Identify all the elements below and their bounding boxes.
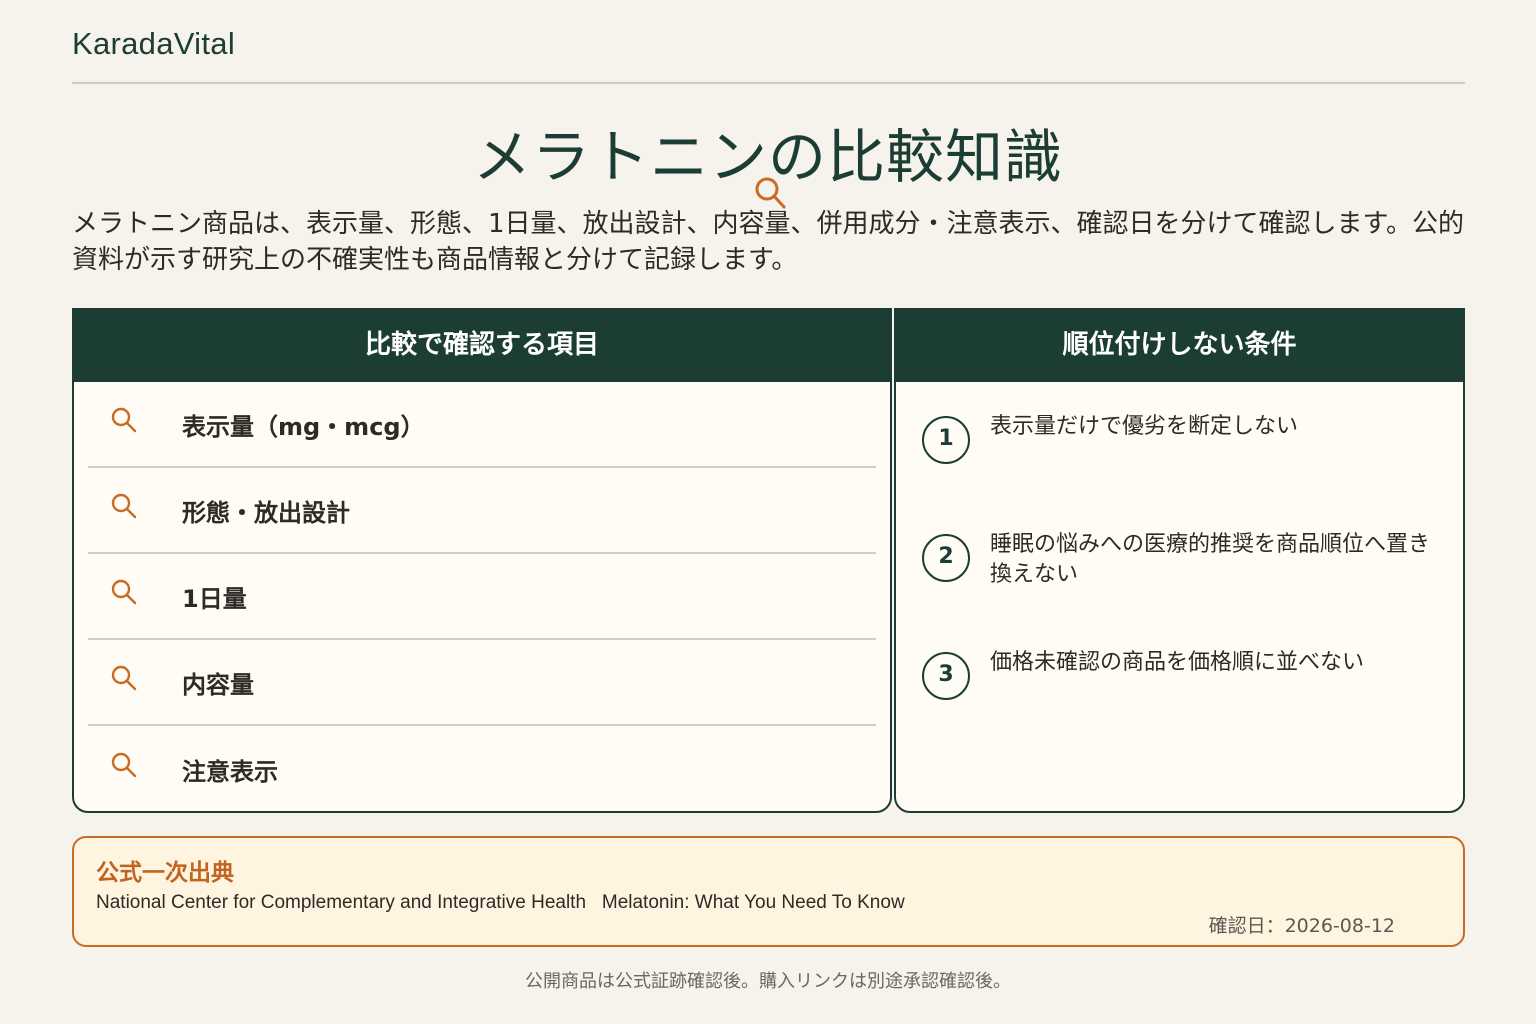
condition-number-badge: 1 bbox=[922, 416, 970, 464]
magnifier-icon bbox=[755, 177, 786, 209]
conditions-panel: 順位付けしない条件 1 表示量だけで優劣を断定しない 2 睡眠の悩みへの医療的推… bbox=[894, 308, 1465, 813]
magnifier-icon bbox=[111, 579, 137, 605]
checklist: 表示量（mg・mcg） 形態・放出設計 1日量 内容量 注意表示 bbox=[74, 382, 890, 811]
checklist-panel: 比較で確認する項目 表示量（mg・mcg） 形態・放出設計 1日量 内容量 注意… bbox=[72, 308, 892, 813]
conditions-heading: 順位付けしない条件 bbox=[896, 310, 1463, 382]
condition-text: 価格未確認の商品を価格順に並べない bbox=[990, 650, 1365, 675]
source-reference[interactable]: National Center for Complementary and In… bbox=[96, 892, 905, 914]
source-heading: 公式一次出典 bbox=[96, 860, 234, 886]
conditions-list: 1 表示量だけで優劣を断定しない 2 睡眠の悩みへの医療的推奨を商品順位へ置き換… bbox=[896, 382, 1463, 766]
source-checked-date: 確認日：2026-08-12 bbox=[1208, 915, 1395, 937]
official-source-box: 公式一次出典 National Center for Complementary… bbox=[72, 836, 1465, 947]
checklist-item-label: 内容量 bbox=[182, 670, 254, 699]
condition-item: 1 表示量だけで優劣を断定しない bbox=[922, 412, 1433, 530]
header-divider bbox=[72, 82, 1465, 84]
condition-item: 3 価格未確認の商品を価格順に並べない bbox=[922, 648, 1433, 766]
checklist-item-label: 表示量（mg・mcg） bbox=[182, 412, 425, 441]
checklist-item: 内容量 bbox=[88, 640, 876, 726]
intro-text: メラトニン商品は、表示量、形態、1日量、放出設計、内容量、併用成分・注意表示、確… bbox=[72, 209, 1464, 275]
magnifier-icon bbox=[111, 493, 137, 519]
checklist-item-label: 1日量 bbox=[182, 584, 247, 613]
checklist-heading: 比較で確認する項目 bbox=[74, 310, 890, 382]
checklist-item: 注意表示 bbox=[88, 726, 876, 811]
condition-text: 表示量だけで優劣を断定しない bbox=[990, 414, 1299, 439]
condition-item: 2 睡眠の悩みへの医療的推奨を商品順位へ置き換えない bbox=[922, 530, 1433, 648]
magnifier-icon bbox=[111, 407, 137, 433]
checklist-item: 形態・放出設計 bbox=[88, 468, 876, 554]
brand-logo[interactable]: KaradaVital bbox=[72, 26, 235, 62]
condition-number-badge: 2 bbox=[922, 534, 970, 582]
checklist-item-label: 形態・放出設計 bbox=[182, 498, 350, 527]
footer-note: 公開商品は公式証跡確認後。購入リンクは別途承認確認後。 bbox=[525, 971, 1011, 992]
checklist-item-label: 注意表示 bbox=[182, 757, 278, 786]
condition-number-badge: 3 bbox=[922, 652, 970, 700]
condition-text: 睡眠の悩みへの医療的推奨を商品順位へ置き換えない bbox=[990, 532, 1431, 587]
magnifier-icon bbox=[111, 665, 137, 691]
checklist-item: 表示量（mg・mcg） bbox=[88, 382, 876, 468]
checklist-item: 1日量 bbox=[88, 554, 876, 640]
magnifier-icon bbox=[111, 752, 137, 778]
